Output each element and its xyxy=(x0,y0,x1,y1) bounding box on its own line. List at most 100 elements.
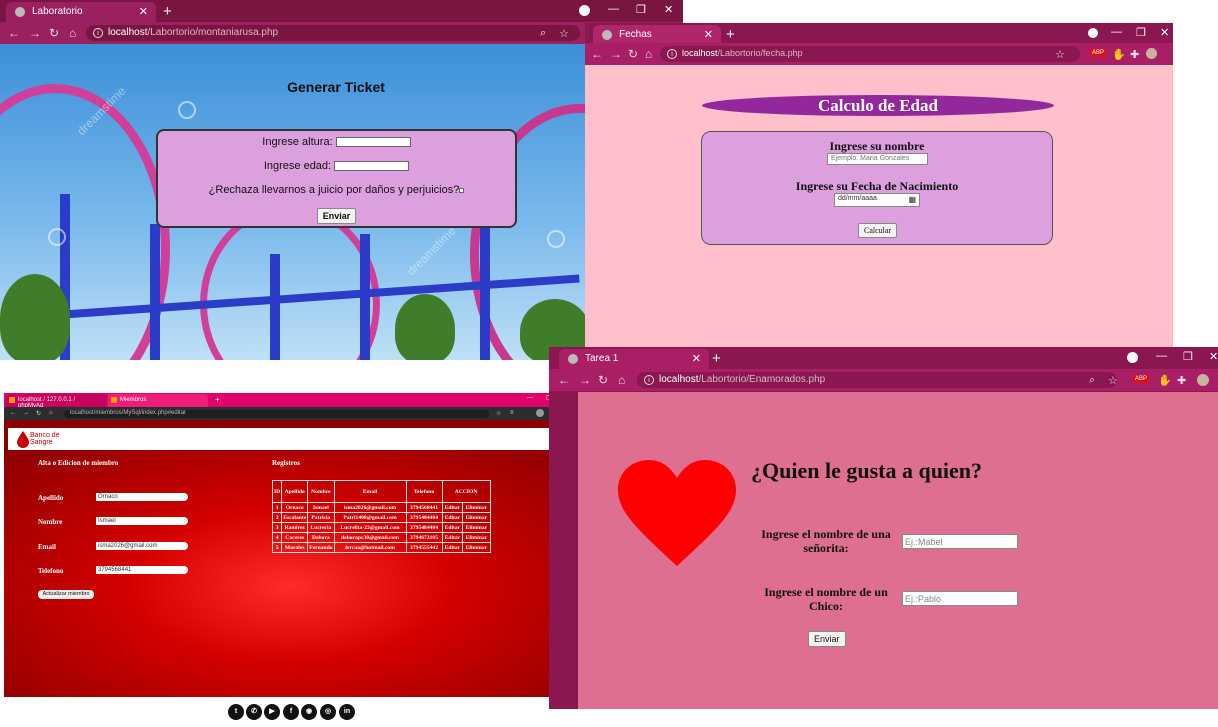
address-bar[interactable]: localhost/miembros/MySql/index.php#edita… xyxy=(64,410,489,418)
senorita-input[interactable]: Ej.:Mabel xyxy=(902,534,1018,549)
reload-icon[interactable]: ↻ xyxy=(49,26,59,40)
new-tab-button[interactable]: + xyxy=(215,395,220,404)
forward-arrow-icon[interactable]: → xyxy=(23,410,29,416)
address-bar[interactable]: i localhost/Labortorio/montaniarusa.php xyxy=(86,25,580,41)
reload-icon[interactable]: ↻ xyxy=(36,410,41,417)
edit-link[interactable]: Editar xyxy=(441,522,464,533)
minimize-button[interactable]: — xyxy=(1111,26,1122,38)
back-arrow-icon[interactable]: ← xyxy=(10,410,16,416)
actualizar-button[interactable]: Actualizar miembro xyxy=(38,590,94,599)
whatsapp-icon[interactable]: ✆ xyxy=(246,704,262,720)
cell-nombre: Patricia xyxy=(307,512,335,523)
tab-tarea1[interactable]: Tarea 1 ✕ xyxy=(559,349,709,369)
zoom-icon[interactable]: ⌕ xyxy=(540,27,546,40)
juicio-checkbox[interactable] xyxy=(459,187,465,193)
puzzle-icon[interactable]: ✚ xyxy=(1130,48,1139,61)
maximize-button[interactable]: ❐ xyxy=(1183,350,1193,363)
submit-row: Enviar xyxy=(158,208,515,224)
profile-dot-icon[interactable] xyxy=(579,5,590,16)
zoom-icon[interactable]: ⌕ xyxy=(1089,374,1095,387)
close-window-button[interactable]: ✕ xyxy=(1209,350,1218,363)
reload-icon[interactable]: ↻ xyxy=(598,373,608,387)
fecha-input[interactable]: dd/mm/aaaa ▦ xyxy=(834,193,920,207)
forward-arrow-icon[interactable]: → xyxy=(610,47,622,61)
github-icon[interactable]: ◉ xyxy=(301,704,317,720)
close-tab-icon[interactable]: ✕ xyxy=(139,5,148,18)
back-arrow-icon[interactable]: ← xyxy=(591,47,603,61)
enviar-button[interactable]: Enviar xyxy=(808,631,846,647)
extension-icon[interactable]: ✋ xyxy=(1158,374,1172,387)
extensions-icon[interactable]: ≡ xyxy=(510,410,514,416)
back-arrow-icon[interactable]: ← xyxy=(8,26,20,40)
facebook-icon[interactable]: f xyxy=(283,704,299,720)
tab-miembros[interactable]: Miembros xyxy=(108,394,208,407)
minimize-button[interactable]: — xyxy=(1156,350,1167,362)
avatar[interactable] xyxy=(536,409,544,417)
home-icon[interactable]: ⌂ xyxy=(69,26,76,40)
adblock-icon[interactable]: ABP xyxy=(1090,49,1107,57)
tab-title: Fechas xyxy=(619,29,652,40)
new-tab-button[interactable]: + xyxy=(163,3,172,20)
chico-input[interactable]: Ej.:Pablo xyxy=(902,591,1018,606)
youtube-icon[interactable]: ▶ xyxy=(264,704,280,720)
delete-link[interactable]: Eliminar xyxy=(462,502,491,513)
forward-arrow-icon[interactable]: → xyxy=(29,26,41,40)
maximize-button[interactable]: ❐ xyxy=(1136,26,1146,39)
delete-link[interactable]: Eliminar xyxy=(462,522,491,533)
new-tab-button[interactable]: + xyxy=(712,350,721,367)
email-input[interactable]: isma2026@gmail.com xyxy=(96,542,188,550)
avatar[interactable] xyxy=(1197,374,1209,386)
avatar[interactable] xyxy=(1146,48,1157,59)
telefono-input[interactable]: 3794568441 xyxy=(96,566,188,574)
back-arrow-icon[interactable]: ← xyxy=(558,373,570,387)
profile-dot-icon[interactable] xyxy=(1088,28,1098,38)
minimize-button[interactable]: — xyxy=(608,3,619,15)
enviar-button[interactable]: Enviar xyxy=(316,208,357,224)
column-header: Nombre xyxy=(307,480,335,503)
edit-link[interactable]: Editar xyxy=(441,512,464,523)
url-host: localhost xyxy=(659,374,699,385)
calendar-icon[interactable]: ▦ xyxy=(908,195,916,204)
close-window-button[interactable]: ✕ xyxy=(664,3,673,16)
bookmark-star-icon[interactable]: ☆ xyxy=(1108,374,1118,387)
close-tab-icon[interactable]: ✕ xyxy=(692,352,701,365)
apellido-input[interactable]: Ornaco xyxy=(96,493,188,501)
nombre-input[interactable]: Ismael xyxy=(96,517,188,525)
forward-arrow-icon[interactable]: → xyxy=(579,373,591,387)
address-bar[interactable]: i localhost/Labortorio/fecha.php xyxy=(660,46,1080,62)
linkedin-icon[interactable]: in xyxy=(339,704,355,720)
home-icon[interactable]: ⌂ xyxy=(49,410,53,416)
delete-link[interactable]: Eliminar xyxy=(462,542,491,553)
delete-link[interactable]: Eliminar xyxy=(462,532,491,543)
tab-fechas[interactable]: Fechas ✕ xyxy=(593,25,721,45)
home-icon[interactable]: ⌂ xyxy=(645,47,652,61)
extension-icon[interactable]: ✋ xyxy=(1112,48,1126,61)
twitter-icon[interactable]: t xyxy=(228,704,244,720)
adblock-icon[interactable]: ABP xyxy=(1133,375,1150,383)
calcular-button[interactable]: Calcular xyxy=(858,223,898,238)
maximize-button[interactable]: ❐ xyxy=(636,3,646,16)
altura-input[interactable] xyxy=(335,137,411,148)
edit-link[interactable]: Editar xyxy=(441,532,464,543)
bookmark-star-icon[interactable]: ☆ xyxy=(496,410,501,417)
bookmark-star-icon[interactable]: ☆ xyxy=(559,27,569,40)
new-tab-button[interactable]: + xyxy=(726,26,735,43)
bookmark-star-icon[interactable]: ☆ xyxy=(1055,48,1065,61)
profile-dot-icon[interactable] xyxy=(1127,352,1138,363)
edit-link[interactable]: Editar xyxy=(441,542,464,553)
instagram-icon[interactable]: ◎ xyxy=(320,704,336,720)
cell-email: deborapc30@gmail.com xyxy=(333,532,407,543)
tab-laboratorio[interactable]: Laboratorio ✕ xyxy=(6,2,156,22)
minimize-button[interactable]: — xyxy=(527,395,533,401)
reload-icon[interactable]: ↻ xyxy=(628,47,638,61)
delete-link[interactable]: Eliminar xyxy=(462,512,491,523)
puzzle-icon[interactable]: ✚ xyxy=(1177,374,1186,387)
close-window-button[interactable]: ✕ xyxy=(1160,26,1169,39)
address-bar[interactable]: i localhost/Labortorio/Enamorados.php xyxy=(637,372,1117,388)
home-icon[interactable]: ⌂ xyxy=(618,373,625,387)
nombre-input[interactable]: Ejemplo: Maria Gonzales xyxy=(827,153,928,165)
tab-phpmyadmin[interactable]: localhost / 127.0.0.1 / phpMyAd xyxy=(6,394,106,409)
close-tab-icon[interactable]: ✕ xyxy=(704,28,713,41)
edad-input[interactable] xyxy=(334,161,410,172)
edit-link[interactable]: Editar xyxy=(441,502,464,513)
